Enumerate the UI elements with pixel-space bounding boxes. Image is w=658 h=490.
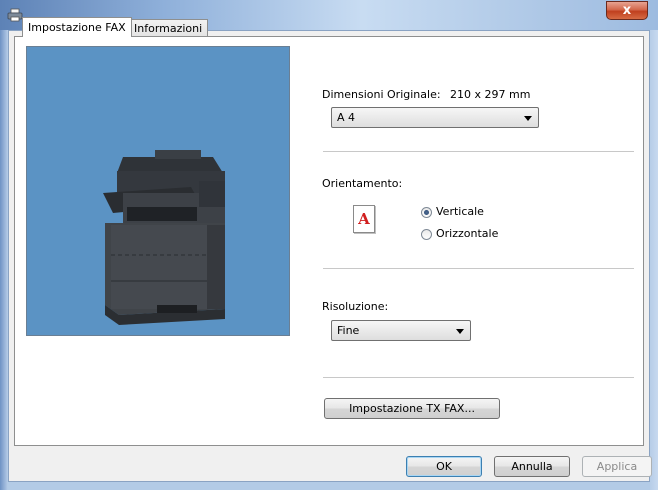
radio-orizzontale[interactable] bbox=[421, 229, 432, 240]
original-size-select[interactable]: A 4 bbox=[331, 107, 539, 128]
original-size-value: A 4 bbox=[337, 111, 356, 124]
close-icon: x bbox=[622, 3, 632, 18]
printer-icon bbox=[7, 8, 23, 22]
radio-verticale-label[interactable]: Verticale bbox=[436, 205, 484, 218]
resolution-label: Risoluzione: bbox=[322, 300, 389, 313]
chevron-down-icon bbox=[456, 329, 464, 334]
tab-informazioni[interactable]: Informazioni bbox=[128, 19, 209, 37]
resolution-select[interactable]: Fine bbox=[331, 320, 471, 341]
printer-image bbox=[103, 150, 225, 325]
chevron-down-icon bbox=[524, 116, 532, 121]
apply-button[interactable]: Applica bbox=[582, 456, 652, 477]
original-size-dimensions: 210 x 297 mm bbox=[450, 88, 531, 101]
tx-fax-settings-button[interactable]: Impostazione TX FAX... bbox=[324, 398, 500, 419]
portrait-orientation-icon: A bbox=[353, 205, 375, 233]
original-size-label: Dimensioni Originale: bbox=[322, 88, 441, 101]
ok-button[interactable]: OK bbox=[406, 456, 482, 477]
dialog-window: x Impostazione FAX Informazioni Dimensio… bbox=[0, 0, 658, 490]
divider bbox=[323, 151, 634, 153]
radio-verticale[interactable] bbox=[421, 207, 432, 218]
window-border-right bbox=[650, 30, 658, 490]
close-button[interactable]: x bbox=[606, 1, 648, 20]
resolution-value: Fine bbox=[337, 324, 360, 337]
divider bbox=[323, 268, 634, 270]
radio-orizzontale-label[interactable]: Orizzontale bbox=[436, 227, 498, 240]
tab-impostazione-fax[interactable]: Impostazione FAX bbox=[22, 17, 132, 37]
printer-preview bbox=[26, 46, 290, 336]
divider bbox=[323, 377, 634, 379]
orientation-label: Orientamento: bbox=[322, 177, 403, 190]
cancel-button[interactable]: Annulla bbox=[494, 456, 570, 477]
window-border-left bbox=[0, 30, 8, 490]
